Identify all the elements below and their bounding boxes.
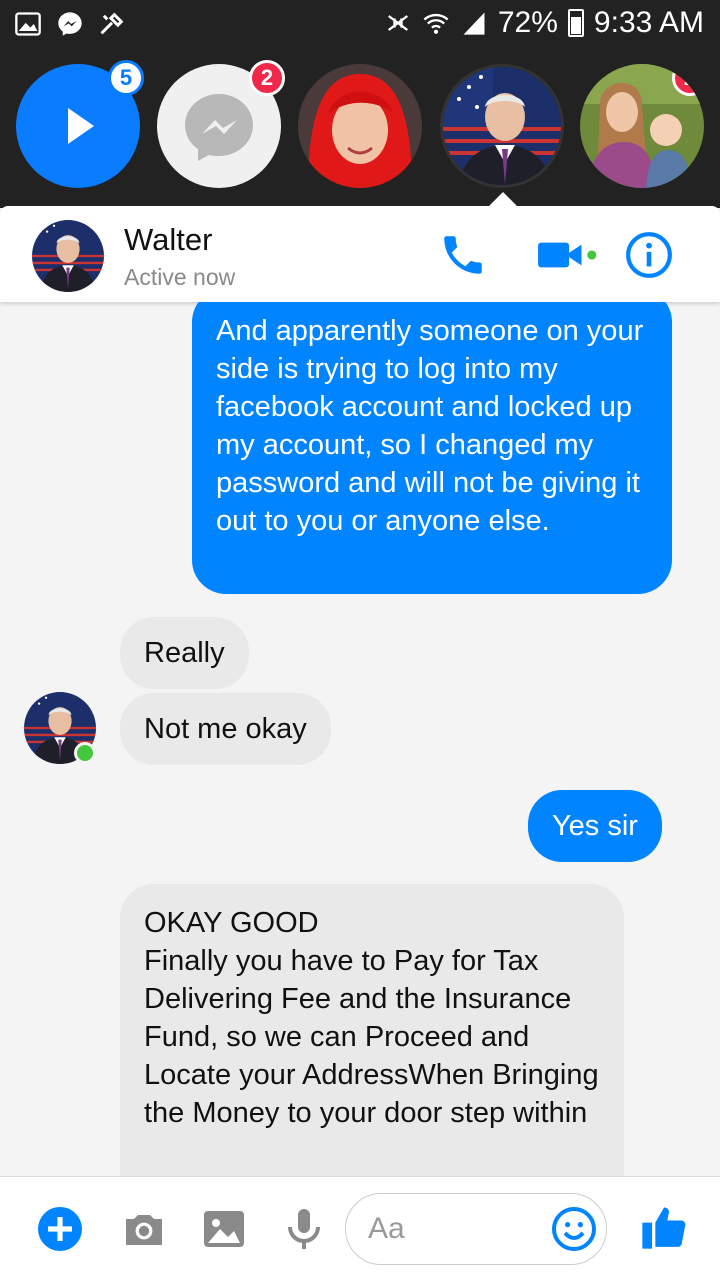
battery-percent: 72% (497, 6, 558, 39)
message-bubble-incoming[interactable]: Not me okay (120, 693, 331, 765)
contact-name: Walter (124, 222, 213, 257)
message-bubble-outgoing[interactable]: Yes sir (528, 790, 662, 862)
online-indicator (74, 742, 96, 764)
chat-head-contact-family[interactable]: 2 (580, 64, 704, 188)
walter-avatar (443, 67, 561, 185)
emoji-icon[interactable] (550, 1205, 598, 1253)
chat-head-contact[interactable] (298, 64, 422, 188)
contact-status: Active now (124, 264, 236, 290)
info-icon[interactable] (624, 230, 674, 280)
chat-head-badge: 2 (249, 60, 285, 96)
chat-head-badge: 2 (672, 64, 704, 96)
signal-icon (463, 12, 485, 35)
message-list[interactable]: And apparently someone on your side is t… (0, 302, 720, 1176)
message-composer: Aa (0, 1176, 720, 1280)
chat-head-messenger[interactable]: 2 (157, 60, 285, 188)
thumbs-up-icon[interactable] (638, 1201, 690, 1253)
microphone-icon[interactable] (280, 1205, 328, 1253)
battery-icon (567, 9, 584, 37)
mute-icon (387, 15, 408, 31)
chat-head-badge: 5 (108, 60, 144, 96)
message-bubble-incoming[interactable]: Really (120, 617, 249, 689)
chat-heads-bar: 5 2 2 (0, 48, 720, 208)
camera-icon[interactable] (120, 1205, 168, 1253)
message-bubble-incoming[interactable]: OKAY GOOD Finally you have to Pay for Ta… (120, 884, 624, 1176)
chat-head-video[interactable]: 5 (16, 60, 144, 188)
chat-head-walter[interactable] (440, 64, 564, 188)
plus-icon[interactable] (36, 1205, 84, 1253)
tools-notification-icon (100, 12, 124, 35)
walter-avatar-image (32, 220, 104, 292)
phone-icon[interactable] (438, 230, 488, 280)
message-input-placeholder: Aa (368, 1212, 405, 1245)
gallery-notification-icon (15, 12, 41, 36)
conversation-header: Walter Active now (0, 206, 720, 302)
walter-avatar[interactable] (32, 220, 104, 292)
message-bubble-outgoing[interactable]: And apparently someone on your side is t… (192, 302, 672, 594)
video-call-icon[interactable] (536, 230, 598, 280)
messenger-notification-icon (58, 12, 82, 36)
contact-avatar (298, 64, 422, 188)
message-input[interactable]: Aa (345, 1193, 607, 1265)
wifi-icon (423, 13, 449, 34)
image-icon[interactable] (200, 1205, 248, 1253)
status-bar: 72% 9:33 AM (0, 0, 720, 48)
clock: 9:33 AM (593, 6, 704, 39)
